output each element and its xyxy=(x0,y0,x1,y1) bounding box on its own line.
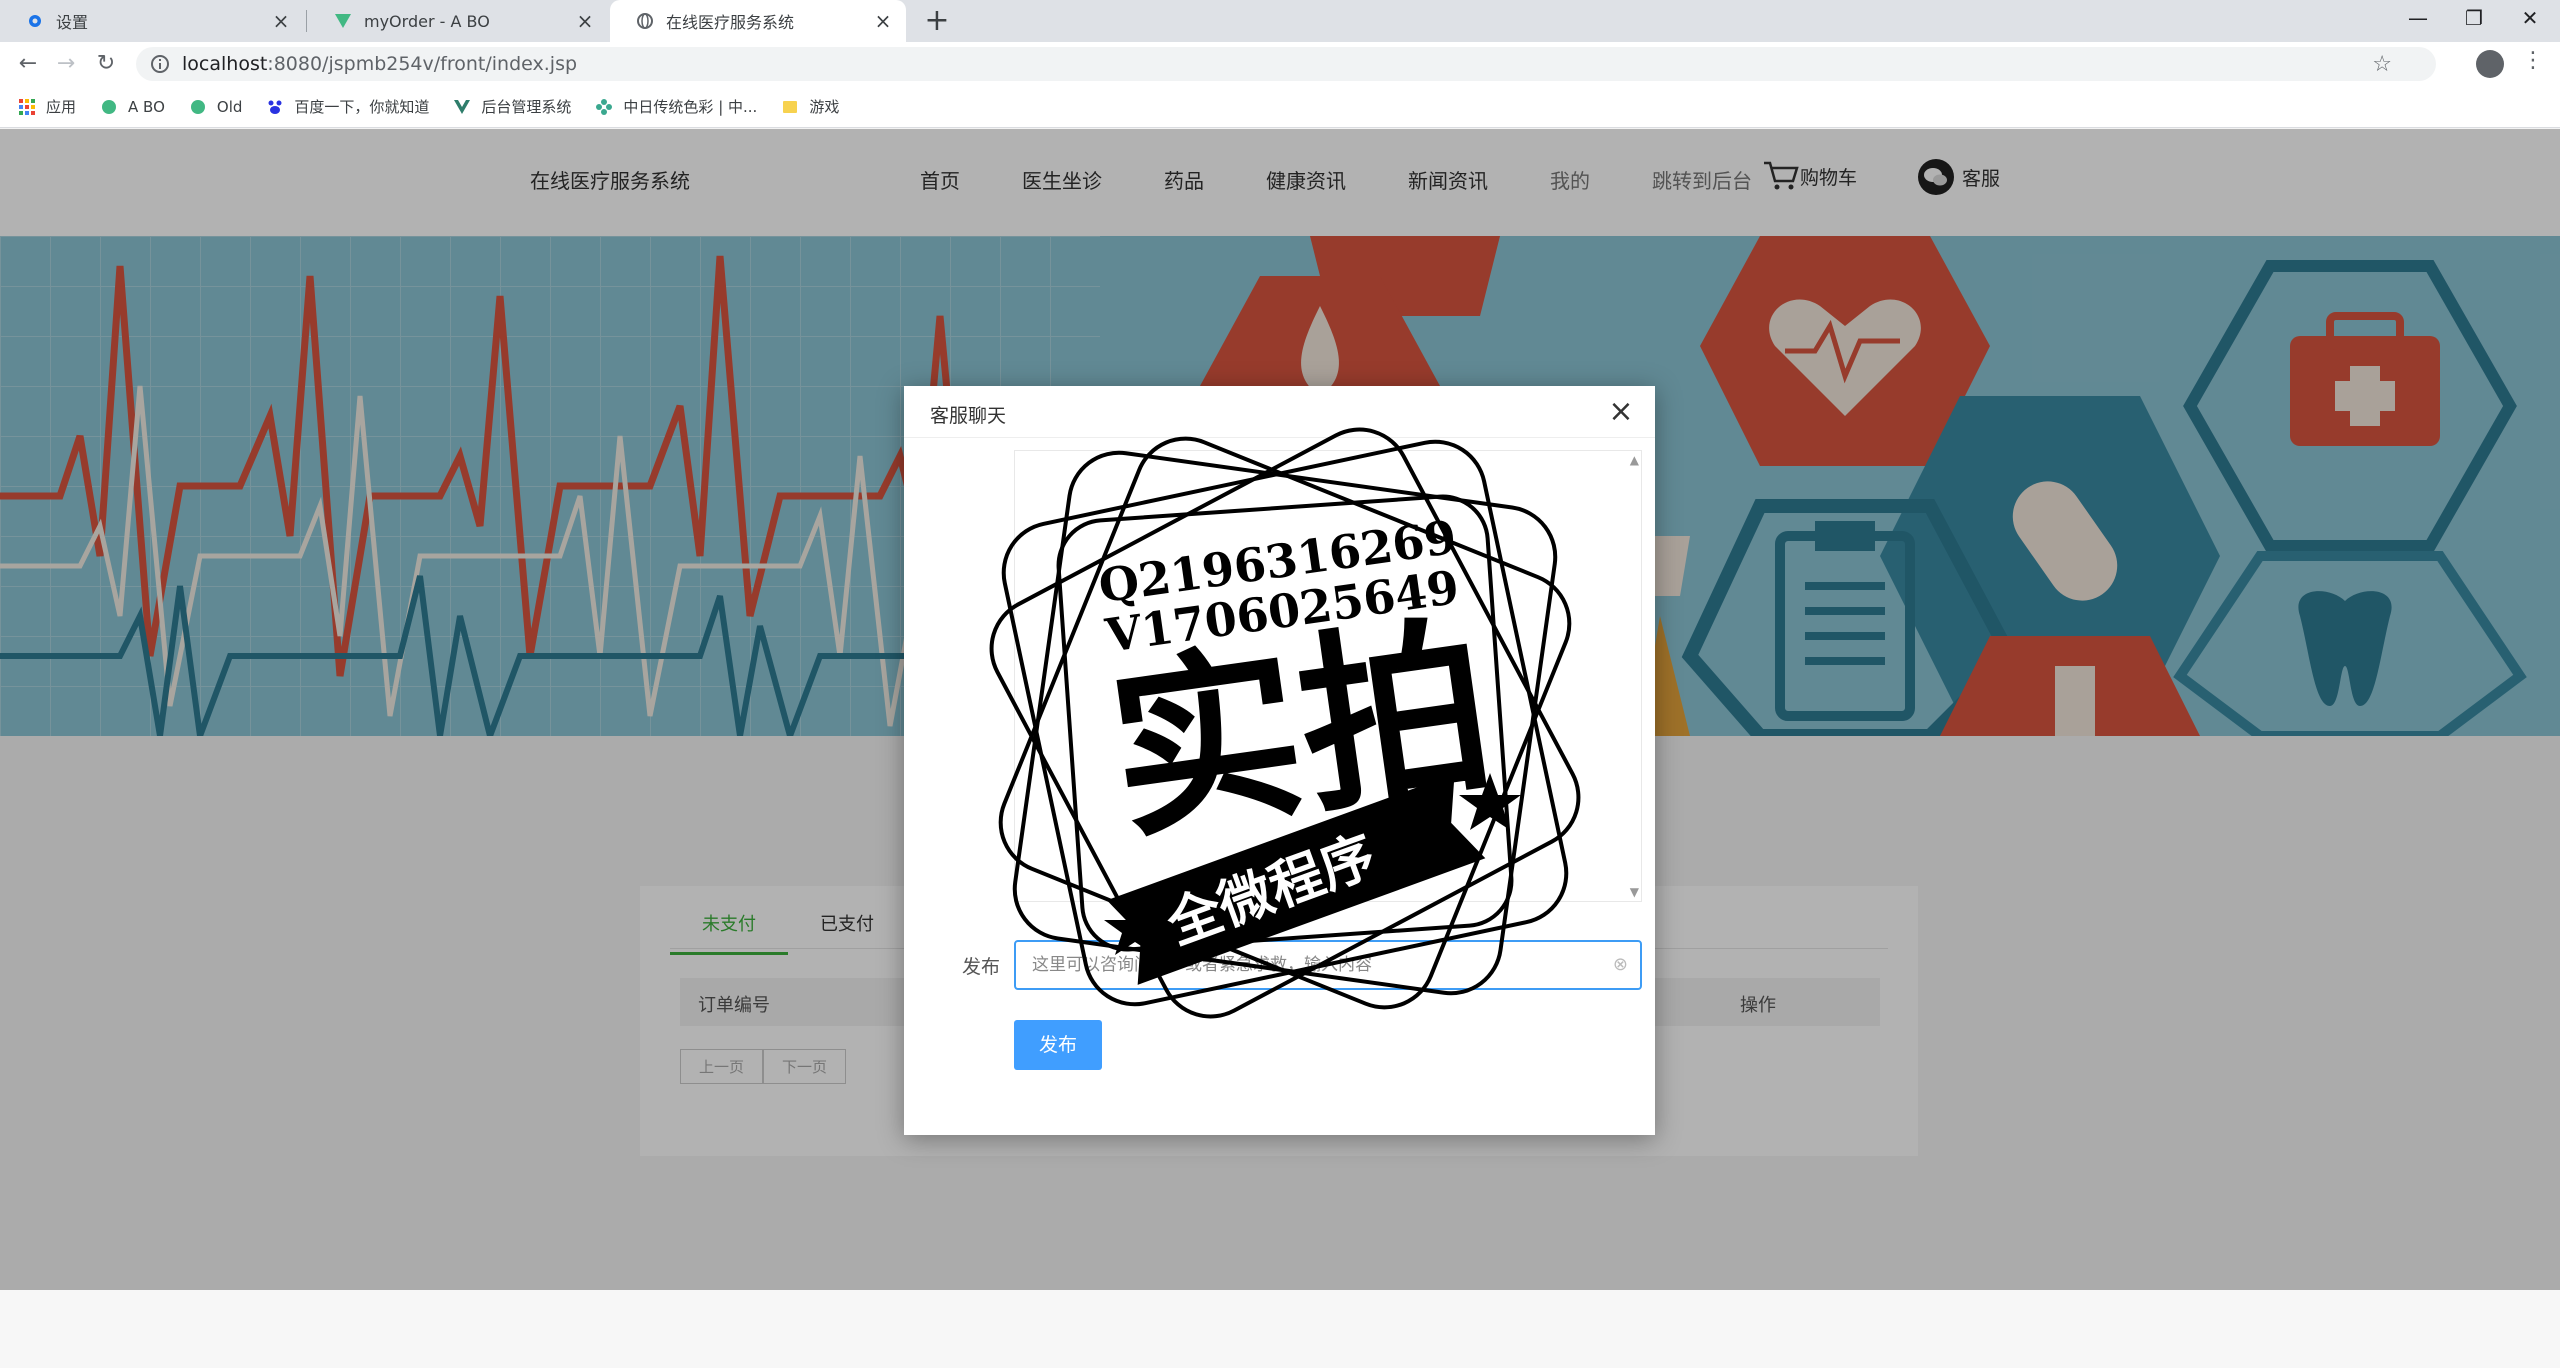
clear-input-icon[interactable]: ⊗ xyxy=(1613,942,1628,988)
vue-icon xyxy=(334,12,352,30)
chat-input[interactable]: 这里可以咨询问诊，或者紧急求救，输入内容 ⊗ xyxy=(1014,940,1642,990)
browser-tab-myorder[interactable]: myOrder - A BO × xyxy=(308,0,608,42)
minimize-button[interactable]: — xyxy=(2388,0,2448,36)
close-icon[interactable]: × xyxy=(270,10,292,32)
address-bar[interactable]: localhost:8080/jspmb254v/front/index.jsp… xyxy=(136,47,2436,81)
info-icon[interactable] xyxy=(150,54,170,74)
post-label: 发布 xyxy=(962,956,1001,978)
page-footer xyxy=(0,1290,2560,1368)
tab-title: 设置 xyxy=(56,13,89,32)
bookmark-label: 中日传统色彩 | 中... xyxy=(623,98,758,116)
bookmark-star-icon[interactable]: ☆ xyxy=(2372,52,2392,77)
globe-icon xyxy=(636,12,654,30)
bookmark-apps[interactable]: 应用 xyxy=(18,96,76,117)
bookmark-old[interactable]: Old xyxy=(189,97,243,116)
chat-message-area[interactable]: ▲ ▼ xyxy=(1014,450,1642,902)
bookmark-admin[interactable]: 后台管理系统 xyxy=(453,96,571,117)
bookmark-label: 百度一下，你就知道 xyxy=(294,98,430,116)
url-text: localhost:8080/jspmb254v/front/index.jsp xyxy=(182,53,578,75)
modal-title: 客服聊天 xyxy=(930,405,1007,427)
back-button[interactable]: ← xyxy=(12,48,44,80)
chat-input-placeholder: 这里可以咨询问诊，或者紧急求救，输入内容 xyxy=(1032,955,1372,975)
bookmark-label: 应用 xyxy=(46,98,77,116)
bookmark-games[interactable]: 游戏 xyxy=(781,96,839,117)
close-icon[interactable]: × xyxy=(574,10,596,32)
bookmark-label: 游戏 xyxy=(809,98,840,116)
new-tab-button[interactable]: + xyxy=(920,4,954,38)
bookmarks-bar: 应用 A BO Old 百度一下，你就知道 后台管理系统 中日传统色彩 | 中.… xyxy=(0,86,2560,128)
vue-icon xyxy=(102,99,117,114)
baidu-paw-icon xyxy=(268,100,282,114)
bookmark-label: Old xyxy=(216,97,243,116)
bookmark-abo[interactable]: A BO xyxy=(100,98,165,116)
close-window-button[interactable]: ✕ xyxy=(2500,0,2560,36)
forward-button[interactable]: → xyxy=(50,48,82,80)
bookmark-label: 后台管理系统 xyxy=(481,98,572,116)
modal-header: 客服聊天 × xyxy=(904,386,1655,438)
browser-tab-medical[interactable]: 在线医疗服务系统 × xyxy=(610,0,906,42)
folder-icon xyxy=(783,100,798,113)
browser-toolbar: ← → ↻ localhost:8080/jspmb254v/front/ind… xyxy=(0,42,2560,86)
apps-grid-icon xyxy=(19,98,35,115)
close-icon[interactable]: × xyxy=(872,10,894,32)
chat-modal: 客服聊天 × ▲ ▼ 发布 这里可以咨询问诊，或者紧急求救，输入内容 ⊗ 发布 xyxy=(904,386,1655,1135)
scroll-down-icon[interactable]: ▼ xyxy=(1630,885,1639,899)
tab-title: myOrder - A BO xyxy=(364,11,490,31)
browser-menu-icon[interactable]: ⋮ xyxy=(2522,48,2544,73)
vue-icon xyxy=(190,99,205,114)
close-icon[interactable]: × xyxy=(1605,394,1637,429)
vue-v-icon xyxy=(454,99,471,114)
bookmark-label: A BO xyxy=(128,97,165,116)
account-avatar-icon[interactable] xyxy=(2476,50,2504,78)
post-button[interactable]: 发布 xyxy=(1014,1020,1102,1070)
reload-button[interactable]: ↻ xyxy=(90,48,122,80)
browser-tab-settings[interactable]: 设置 × xyxy=(0,0,304,42)
gear-icon xyxy=(26,12,44,30)
bookmark-colors[interactable]: 中日传统色彩 | 中... xyxy=(595,96,757,117)
restore-button[interactable]: ❐ xyxy=(2444,0,2504,36)
scroll-up-icon[interactable]: ▲ xyxy=(1630,453,1639,467)
tab-title: 在线医疗服务系统 xyxy=(666,13,795,32)
bookmark-baidu[interactable]: 百度一下，你就知道 xyxy=(266,96,429,117)
browser-tabbar: 设置 × myOrder - A BO × 在线医疗服务系统 × + — ❐ ✕ xyxy=(0,0,2560,42)
flower-icon xyxy=(596,98,613,115)
tab-separator xyxy=(306,10,307,32)
